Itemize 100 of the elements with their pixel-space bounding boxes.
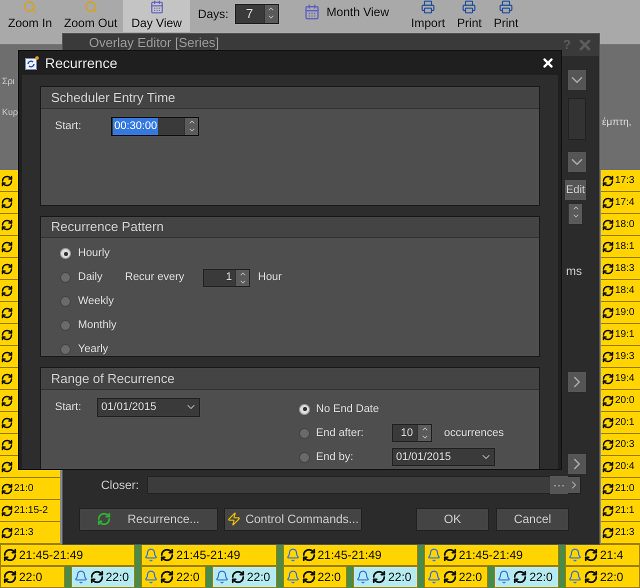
- radio-button[interactable]: [299, 452, 310, 462]
- event-time: 21:1: [615, 504, 634, 518]
- event-cell[interactable]: 21:45-21:49: [141, 544, 276, 566]
- event-time: 21:45-21:49: [19, 547, 84, 564]
- toolbar-button[interactable]: Print: [451, 0, 488, 32]
- end-date-field[interactable]: 01/01/2015: [392, 448, 495, 466]
- event-cell[interactable]: 20:1: [601, 412, 640, 434]
- recurring-icon: [602, 350, 614, 363]
- radio-button[interactable]: [299, 404, 310, 414]
- event-cell[interactable]: 21:3: [0, 522, 60, 544]
- event-cell[interactable]: 20:4: [601, 456, 640, 478]
- event-cell[interactable]: 17:3: [601, 170, 640, 192]
- radio-button[interactable]: [299, 428, 310, 438]
- toolbar-toggle[interactable]: Day View: [123, 0, 190, 32]
- time-field[interactable]: 00:30:00: [111, 117, 200, 136]
- event-cell[interactable]: 22:0: [424, 566, 488, 588]
- event-cell[interactable]: 21:45-21:49: [0, 544, 136, 566]
- end-option[interactable]: No End Date: [316, 400, 386, 418]
- toolbar-button[interactable]: Import: [405, 0, 452, 32]
- radio-button[interactable]: [60, 344, 71, 355]
- bell-icon: [144, 548, 158, 562]
- event-cell[interactable]: 21:1: [601, 500, 640, 522]
- radio-button[interactable]: [60, 248, 71, 259]
- bell-icon: [426, 548, 441, 562]
- event-time: 22:0: [246, 569, 270, 586]
- more-button[interactable]: ···: [550, 476, 568, 494]
- event-cell[interactable]: 19:1: [601, 324, 640, 346]
- event-cell[interactable]: 22:0: [0, 566, 65, 588]
- event-cell[interactable]: 20:3: [601, 434, 640, 456]
- occurrences-field[interactable]: 10: [392, 424, 432, 442]
- toolbar-button[interactable]: Zoom In: [2, 0, 58, 32]
- event-cell[interactable]: 19:4: [601, 368, 640, 390]
- spin-buttons[interactable]: [184, 118, 198, 135]
- event-cell[interactable]: 22:0: [141, 566, 206, 588]
- radio-button[interactable]: [60, 320, 71, 331]
- radio-button[interactable]: [60, 296, 71, 307]
- spin-buttons[interactable]: [417, 425, 431, 441]
- commands-button[interactable]: Control Commands...: [224, 508, 362, 531]
- recurring-icon: [1, 438, 13, 451]
- recurring-icon: [602, 372, 614, 385]
- event-cell[interactable]: 19:3: [601, 346, 640, 368]
- spin-buttons[interactable]: [235, 270, 249, 286]
- interval-field[interactable]: 1: [203, 268, 250, 286]
- pattern-option[interactable]: Weekly: [78, 293, 114, 310]
- edit-button[interactable]: Edit: [565, 180, 586, 200]
- event-cell[interactable]: 18:1: [601, 236, 640, 258]
- pattern-option[interactable]: Daily: [78, 269, 102, 286]
- bell-icon: [497, 570, 512, 584]
- days-field[interactable]: 7: [234, 4, 279, 24]
- recurring-icon: [230, 570, 245, 584]
- start-date-field[interactable]: 01/01/2015: [97, 398, 200, 416]
- month-view-button[interactable]: Month View: [286, 0, 406, 24]
- event-cell[interactable]: 22:0: [282, 566, 348, 588]
- recurrence-button[interactable]: Recurrence...: [79, 508, 218, 531]
- end-option[interactable]: End after:: [316, 424, 386, 442]
- recurring-icon: [513, 570, 528, 584]
- event-cell[interactable]: 22:0: [70, 566, 136, 588]
- event-cell[interactable]: 21:3: [601, 522, 640, 544]
- event-cell[interactable]: 19:0: [601, 302, 640, 324]
- recurring-icon: [1, 240, 13, 253]
- event-cell[interactable]: 21:45-21:49: [282, 544, 418, 566]
- event-cell[interactable]: 21:0: [0, 478, 60, 500]
- event-cell[interactable]: 21:15-2: [0, 500, 60, 522]
- event-time: 20:4: [615, 460, 634, 474]
- pattern-option[interactable]: Monthly: [78, 317, 117, 334]
- close-icon[interactable]: [541, 56, 555, 70]
- event-cell[interactable]: 18:0: [601, 214, 640, 236]
- end-option[interactable]: End by:: [316, 448, 386, 466]
- event-cell[interactable]: 22:0: [353, 566, 418, 588]
- toolbar-button[interactable]: Print: [488, 0, 524, 32]
- dialog-button[interactable]: Cancel: [496, 508, 569, 531]
- arrow-button-icon[interactable]: [568, 372, 586, 392]
- recurring-icon: [160, 548, 174, 562]
- event-time: 20:3: [615, 438, 634, 452]
- spin-buttons[interactable]: [264, 5, 278, 23]
- recurring-icon: [442, 570, 457, 584]
- event-cell[interactable]: 22:0: [494, 566, 559, 588]
- event-cell[interactable]: 21:4: [565, 544, 640, 566]
- event-cell[interactable]: 18:4: [601, 280, 640, 302]
- event-time: 19:1: [615, 328, 634, 342]
- dropdown-icon[interactable]: [568, 70, 586, 90]
- spin-buttons[interactable]: [568, 204, 582, 224]
- recurring-icon: [1, 416, 13, 429]
- toolbar-button[interactable]: Zoom Out: [58, 0, 124, 32]
- dropdown-icon[interactable]: [568, 152, 586, 172]
- closer-field[interactable]: ···: [147, 476, 581, 494]
- event-cell[interactable]: 22:0: [212, 566, 276, 588]
- event-cell[interactable]: 21:0: [601, 478, 640, 500]
- pattern-option[interactable]: Hourly: [78, 245, 110, 262]
- event-cell[interactable]: 21:45-21:49: [424, 544, 559, 566]
- arrow-button-icon[interactable]: [568, 454, 586, 474]
- pattern-option[interactable]: Yearly: [78, 341, 108, 358]
- dialog-button[interactable]: OK: [416, 508, 489, 531]
- event-cell[interactable]: 18:3: [601, 258, 640, 280]
- bell-icon: [74, 570, 88, 584]
- event-cell[interactable]: 17:4: [601, 192, 640, 214]
- radio-button[interactable]: [60, 272, 71, 283]
- event-cell[interactable]: 22:0: [565, 566, 640, 588]
- event-cell[interactable]: 20:0: [601, 390, 640, 412]
- recurring-icon: [602, 328, 614, 341]
